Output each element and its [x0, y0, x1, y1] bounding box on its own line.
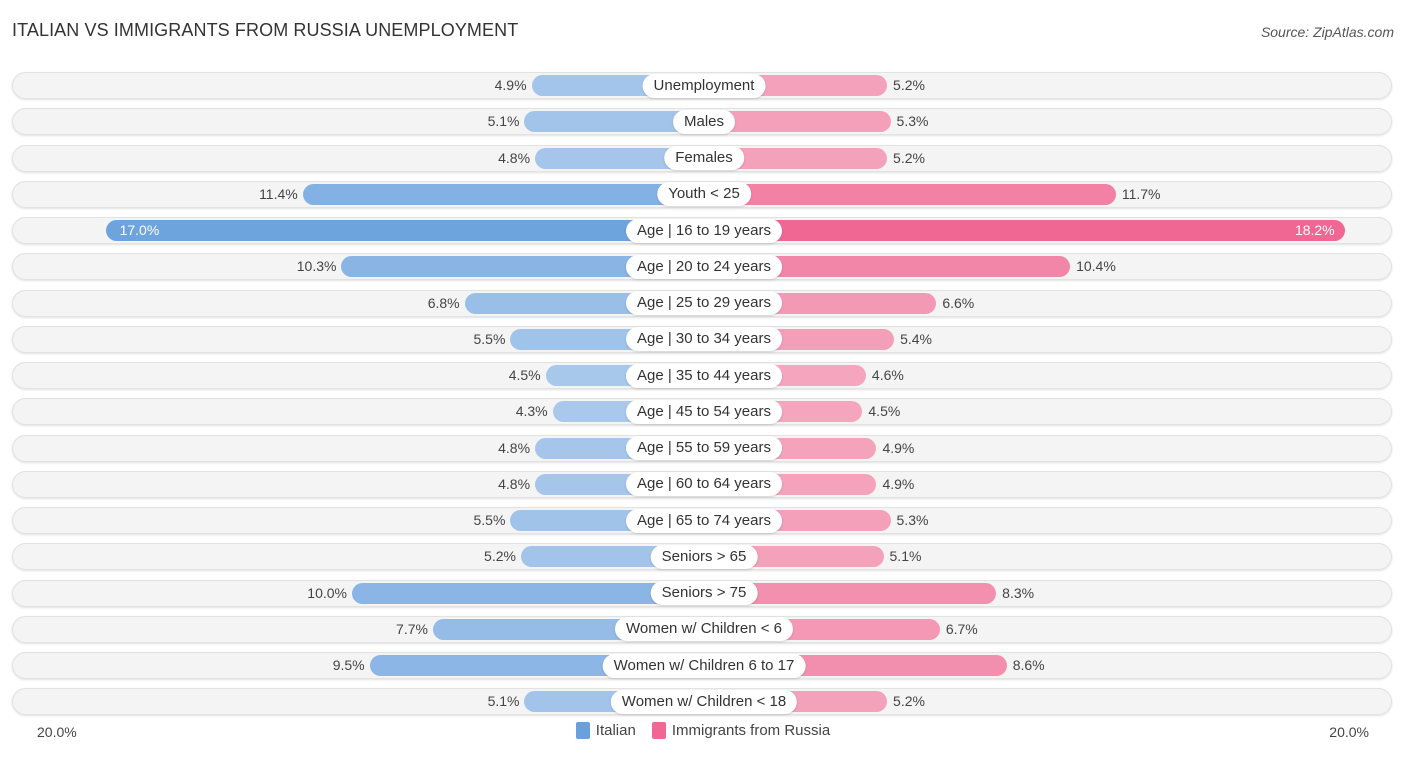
value-label-italian: 17.0% — [119, 222, 160, 238]
bar-russia[interactable] — [704, 220, 1345, 241]
value-label-italian: 4.8% — [498, 475, 531, 492]
value-label-russia: 4.9% — [882, 475, 915, 492]
value-label-italian: 5.5% — [473, 330, 506, 347]
value-label-russia: 4.6% — [871, 367, 904, 383]
category-label: Seniors > 65 — [650, 544, 758, 569]
chart-plot-area: 4.9% 5.2% Unemployment 5.1% 5.3% Males 4.8% 5.2… — [0, 0, 1406, 757]
legend-item-italian[interactable]: Italian — [575, 722, 636, 739]
value-label-italian: 5.2% — [484, 548, 516, 565]
legend-label-russia: Immigrants from Russia — [671, 722, 831, 739]
bar-russia[interactable] — [704, 183, 1116, 205]
value-label-russia: 5.1% — [889, 548, 922, 565]
category-label: Age | 60 to 64 years — [626, 472, 782, 497]
value-label-russia: 5.3% — [896, 512, 929, 528]
value-label-russia: 8.3% — [1002, 584, 1035, 601]
category-label: Seniors > 75 — [650, 581, 758, 605]
value-label-russia: 11.7% — [1121, 185, 1161, 202]
legend-label-italian: Italian — [595, 722, 636, 739]
category-label: Women w/ Children 6 to 17 — [602, 653, 806, 678]
value-label-italian: 4.9% — [494, 77, 527, 93]
category-label: Women w/ Children < 18 — [610, 689, 798, 714]
value-label-russia: 4.9% — [882, 439, 915, 456]
value-label-italian: 9.5% — [332, 657, 365, 673]
category-label: Unemployment — [642, 73, 766, 98]
value-label-russia: 4.5% — [868, 403, 901, 420]
bar-italian[interactable] — [302, 183, 704, 205]
category-label: Age | 16 to 19 years — [626, 218, 782, 243]
value-label-russia: 6.7% — [945, 620, 978, 637]
value-label-russia: 10.4% — [1076, 258, 1116, 275]
category-label: Age | 55 to 59 years — [626, 436, 782, 460]
category-label: Age | 30 to 34 years — [626, 327, 782, 352]
value-label-italian: 4.5% — [508, 367, 541, 383]
value-label-italian: 4.3% — [515, 403, 548, 420]
value-label-italian: 10.3% — [296, 258, 337, 275]
bar-italian[interactable] — [105, 220, 704, 241]
category-label: Age | 45 to 54 years — [626, 399, 782, 424]
category-label: Males — [672, 109, 736, 134]
category-label: Age | 65 to 74 years — [626, 508, 782, 533]
legend-swatch-italian — [575, 722, 590, 739]
value-label-italian: 4.8% — [498, 149, 531, 166]
value-label-russia: 5.3% — [896, 113, 929, 130]
value-label-russia: 6.6% — [942, 294, 975, 311]
category-label: Age | 25 to 29 years — [626, 291, 782, 315]
value-label-russia: 18.2% — [1294, 222, 1335, 238]
legend-swatch-russia — [651, 722, 666, 739]
value-label-italian: 4.8% — [498, 439, 531, 456]
value-label-italian: 6.8% — [427, 294, 460, 311]
category-label: Youth < 25 — [657, 182, 751, 207]
value-label-italian: 10.0% — [307, 584, 347, 601]
value-label-russia: 5.2% — [893, 77, 925, 93]
category-label: Age | 20 to 24 years — [626, 254, 782, 279]
value-label-russia: 5.4% — [900, 330, 932, 347]
legend-item-russia[interactable]: Immigrants from Russia — [651, 722, 831, 739]
category-label: Age | 35 to 44 years — [626, 363, 782, 388]
category-label: Women w/ Children < 6 — [614, 617, 794, 642]
value-label-italian: 5.5% — [473, 512, 506, 528]
value-label-russia: 8.6% — [1012, 657, 1045, 673]
value-label-italian: 5.1% — [487, 693, 520, 710]
value-label-russia: 5.2% — [893, 693, 925, 710]
value-label-italian: 5.1% — [487, 113, 520, 130]
category-label: Females — [664, 146, 744, 170]
value-label-italian: 7.7% — [396, 620, 428, 637]
legend: Italian Immigrants from Russia — [0, 722, 1406, 739]
value-label-russia: 5.2% — [893, 149, 925, 166]
value-label-italian: 11.4% — [259, 185, 298, 202]
